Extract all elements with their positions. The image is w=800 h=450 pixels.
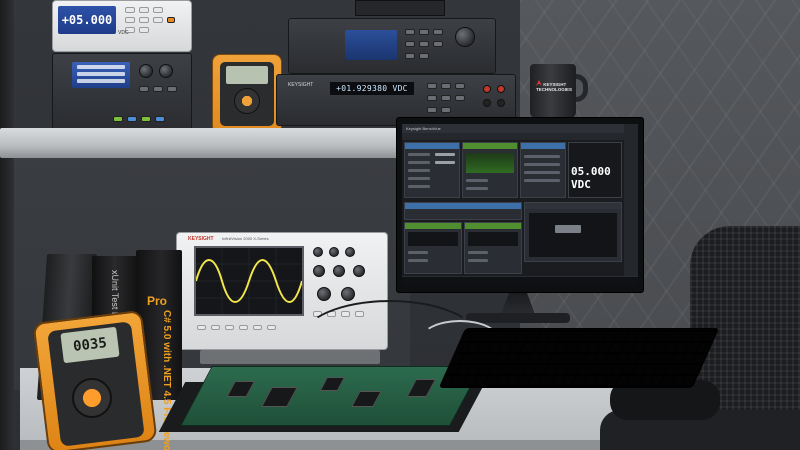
shelf-post bbox=[0, 0, 14, 450]
precision-multimeter-display: +01.929380 VDC bbox=[330, 82, 414, 95]
instrument-top-unit bbox=[355, 0, 445, 16]
software-title: Keysight BenchVue bbox=[402, 124, 638, 133]
monitor-base bbox=[466, 313, 570, 323]
software-panel-5 bbox=[524, 202, 622, 262]
software-panel-1 bbox=[404, 142, 460, 198]
precision-multimeter-brand: KEYSIGHT bbox=[288, 82, 314, 88]
function-generator-display bbox=[345, 30, 397, 60]
software-sidebar bbox=[624, 124, 638, 276]
software-panel-3 bbox=[520, 142, 566, 198]
oscilloscope-screen bbox=[194, 246, 304, 316]
keysight-logo-icon bbox=[536, 80, 542, 86]
software-panel-6 bbox=[404, 222, 462, 274]
oscilloscope-model: InfiniiVision 2000 X-Series bbox=[222, 236, 269, 241]
oscilloscope-brand: KEYSIGHT bbox=[188, 236, 214, 242]
bench-multimeter-unit: VDC bbox=[118, 30, 129, 36]
software-toolbar bbox=[402, 133, 638, 140]
power-supply-display bbox=[72, 62, 130, 88]
bench-multimeter-display: +05.000 bbox=[58, 6, 116, 34]
dial-knob-icon bbox=[72, 378, 112, 418]
monitor-screen: Keysight BenchVue 05.000 VDC bbox=[402, 124, 638, 284]
software-panel-4 bbox=[404, 202, 522, 220]
software-readout: 05.000 VDC bbox=[571, 165, 611, 191]
keyboard bbox=[438, 328, 720, 388]
software-panel-readout: 05.000 VDC bbox=[568, 142, 622, 198]
handheld-meter-screen bbox=[226, 66, 268, 84]
mug-logo-text: KEYSIGHT TECHNOLOGIES bbox=[536, 82, 573, 92]
software-panel-7 bbox=[464, 222, 522, 274]
software-panel-2 bbox=[462, 142, 518, 198]
os-taskbar bbox=[402, 276, 638, 284]
book-3-badge: Pro bbox=[147, 294, 168, 308]
evaluation-board bbox=[180, 366, 482, 426]
sine-wave-icon bbox=[196, 248, 302, 314]
mug-logo: KEYSIGHT TECHNOLOGIES bbox=[536, 80, 573, 92]
